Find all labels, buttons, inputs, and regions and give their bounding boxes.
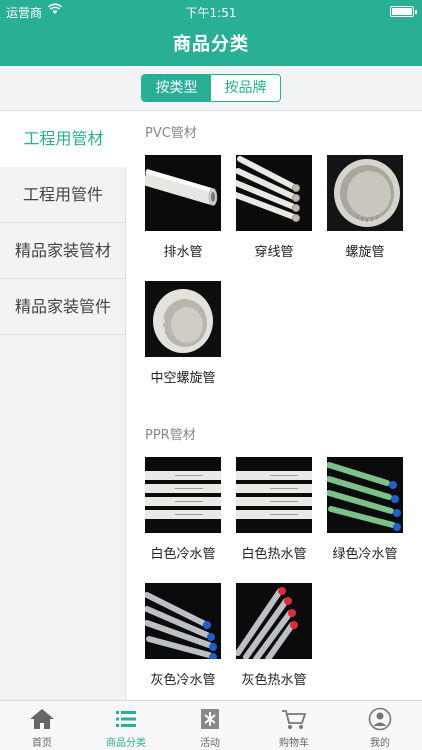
by-type-tab[interactable]: 按类型 [142,75,211,101]
product-image [236,457,312,533]
list-icon [112,707,140,731]
filter-bar: 按类型 按品牌 [0,66,422,111]
product-image [145,281,221,357]
tab-label: 我的 [370,738,390,749]
sidebar-item-home-fittings[interactable]: 精品家装管件 [0,279,126,335]
product-image [145,583,221,659]
tab-label: 活动 [200,738,220,749]
product-image [145,155,221,231]
product-image [236,583,312,659]
activity-icon [196,707,224,731]
product-name: 白色热水管 [241,547,307,562]
by-brand-tab[interactable]: 按品牌 [211,75,280,101]
tab-label: 购物车 [279,738,309,749]
product-item[interactable]: 螺旋管 [327,155,403,263]
tab-categories[interactable]: 商品分类 [84,701,168,750]
status-time: 下午1:51 [185,6,237,20]
product-name: 灰色冷水管 [150,673,216,688]
tab-activity[interactable]: 活动 [168,701,252,750]
category-mode-toggle: 按类型 按品牌 [141,74,281,102]
tab-home[interactable]: 首页 [0,701,84,750]
nav-header: 运营商 下午1:51 商品分类 [0,0,422,66]
sidebar-item-engineering-pipes[interactable]: 工程用管材 [0,111,127,167]
user-icon [366,707,394,731]
section-title-pvc: PVC管材 [145,126,197,141]
product-item[interactable]: 白色冷水管 [145,457,221,565]
product-name: 绿色冷水管 [332,547,398,562]
product-item[interactable]: 排水管 [145,155,221,263]
product-name: 穿线管 [254,245,294,260]
product-image [327,155,403,231]
tab-label: 首页 [32,738,52,749]
product-item[interactable]: 中空螺旋管 [145,281,221,389]
product-name: 灰色热水管 [241,673,307,688]
product-item[interactable]: 绿色冷水管 [327,457,403,565]
product-item[interactable]: 穿线管 [236,155,312,263]
section-title-ppr: PPR管材 [145,428,196,443]
status-bar: 运营商 下午1:51 [0,0,422,22]
product-image [327,457,403,533]
tab-label: 商品分类 [106,738,146,749]
battery-icon [390,6,417,17]
tab-cart[interactable]: 购物车 [252,701,336,750]
tab-profile[interactable]: 我的 [338,701,422,750]
product-name: 排水管 [163,245,203,260]
product-image [236,155,312,231]
category-sidebar: 工程用管材 工程用管件 精品家装管材 精品家装管件 [0,111,127,700]
sidebar-item-engineering-fittings[interactable]: 工程用管件 [0,167,126,223]
product-name: 中空螺旋管 [150,371,216,386]
page-title: 商品分类 [173,34,249,55]
product-grid: PVC管材 排水管 穿线管 螺旋管 中空螺旋管 PPR管材 白色冷水管 白色热水… [127,111,422,700]
cart-icon [280,707,308,731]
bottom-tab-bar: 首页 商品分类 活动 购物车 我的 [0,700,422,750]
product-image [145,457,221,533]
home-icon [28,707,56,731]
product-item[interactable]: 白色热水管 [236,457,312,565]
product-name: 螺旋管 [345,245,385,260]
sidebar-item-home-pipes[interactable]: 精品家装管材 [0,223,126,279]
product-item[interactable]: 灰色热水管 [236,583,312,691]
product-item[interactable]: 灰色冷水管 [145,583,221,691]
product-name: 白色冷水管 [150,547,216,562]
